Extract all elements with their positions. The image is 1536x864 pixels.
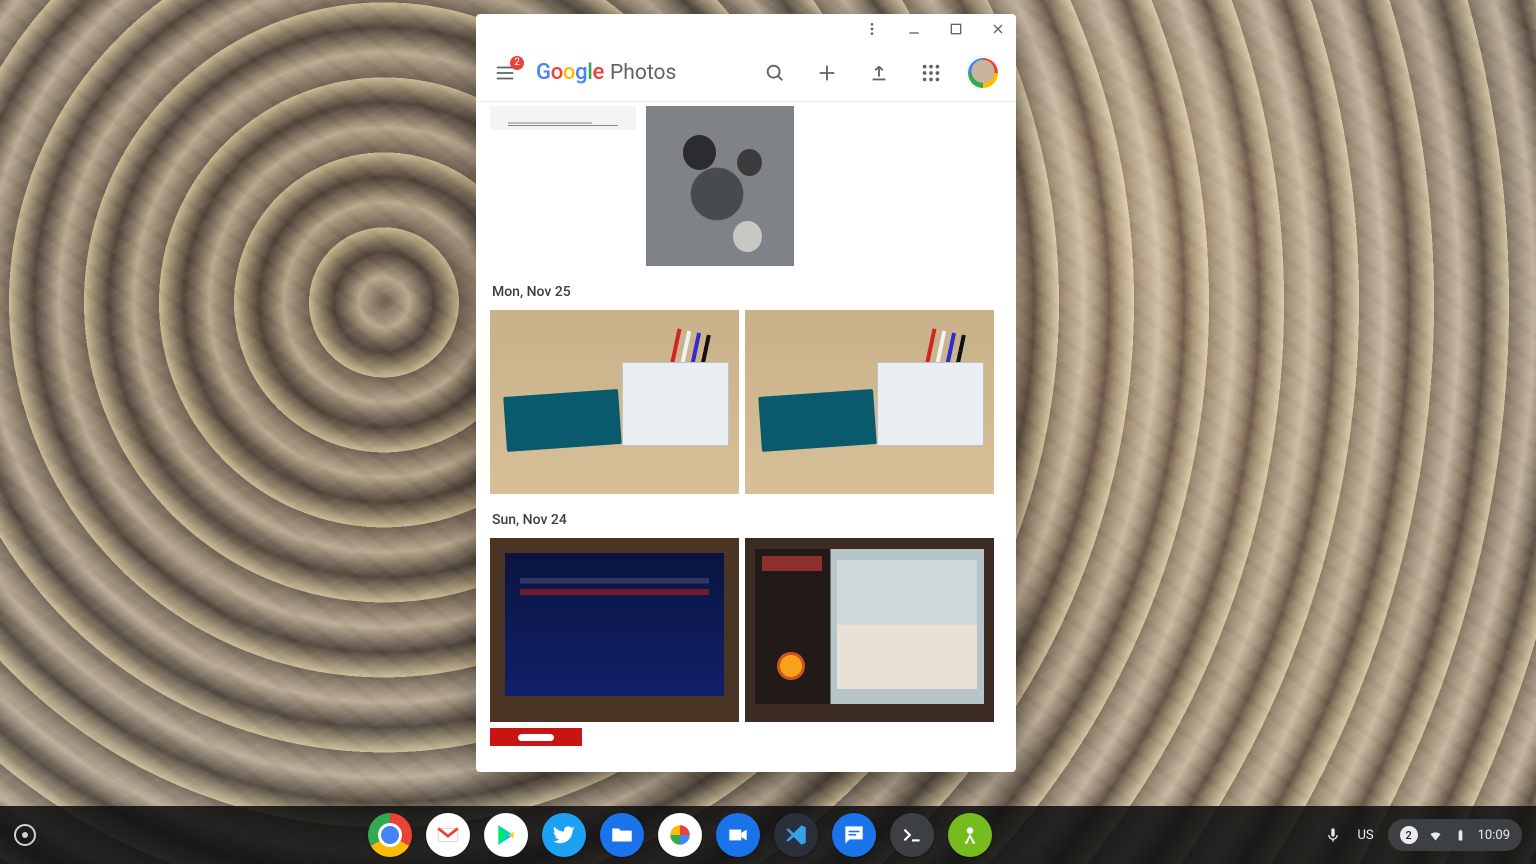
shelf-app-files[interactable] [600,813,644,857]
app-header: 2 Google Photos [476,44,1016,102]
app-logo-suffix: Photos [610,61,676,85]
shelf-app-twitter[interactable] [542,813,586,857]
search-button[interactable] [758,56,792,90]
upload-icon [868,62,890,84]
photo-thumbnail[interactable] [490,538,739,722]
clock: 10:09 [1478,828,1510,843]
search-icon [764,62,786,84]
create-button[interactable] [810,56,844,90]
status-tray[interactable]: 2 10:09 [1388,819,1522,851]
hamburger-menu-button[interactable]: 2 [492,60,518,86]
vscode-icon [783,822,809,848]
window-maximize-button[interactable] [944,17,968,41]
google-apps-button[interactable] [914,56,948,90]
wifi-icon [1428,828,1443,843]
shelf: US 2 10:09 [0,806,1536,864]
account-avatar[interactable] [966,56,1000,90]
keyboard-layout-indicator[interactable]: US [1357,828,1373,843]
apps-grid-icon [920,62,942,84]
shelf-app-messages[interactable] [832,813,876,857]
photo-thumbnail[interactable] [490,728,582,772]
upload-button[interactable] [862,56,896,90]
play-store-icon [493,822,519,848]
photo-thumbnail[interactable] [490,310,739,494]
gmail-icon [435,822,461,848]
shelf-pinned-apps [36,813,1323,857]
window-more-button[interactable] [860,17,884,41]
notification-count-badge: 2 [1400,826,1418,844]
shelf-app-chrome[interactable] [368,813,412,857]
battery-icon [1453,828,1468,843]
photo-thumbnail[interactable] [745,310,994,494]
google-photos-icon [667,822,693,848]
folder-icon [609,822,635,848]
android-studio-icon [957,822,983,848]
shelf-status-area: US 2 10:09 [1323,819,1536,851]
video-camera-icon [725,822,751,848]
maximize-icon [948,21,964,37]
photo-thumbnail[interactable] [646,106,794,266]
shelf-app-gmail[interactable] [426,813,470,857]
photo-thumbnail[interactable] [490,106,636,130]
minimize-icon [906,21,922,37]
launcher-button[interactable] [14,824,36,846]
messages-icon [841,822,867,848]
window-minimize-button[interactable] [902,17,926,41]
twitter-icon [551,822,577,848]
google-wordmark: Google [536,60,604,85]
date-header: Mon, Nov 25 [492,284,1002,300]
shelf-app-photos[interactable] [658,813,702,857]
google-photos-window: 2 Google Photos Mon [476,14,1016,772]
shelf-app-play-store[interactable] [484,813,528,857]
shelf-app-vscode[interactable] [774,813,818,857]
shelf-app-terminal[interactable] [890,813,934,857]
photo-grid-scroll[interactable]: Mon, Nov 25 Sun, Nov 24 [476,102,1016,772]
shelf-app-duo[interactable] [716,813,760,857]
close-icon [990,21,1006,37]
assistant-mic-button[interactable] [1323,825,1343,845]
terminal-icon [899,822,925,848]
photo-thumbnail[interactable] [745,538,994,722]
date-header: Sun, Nov 24 [492,512,1002,528]
launcher-icon [22,832,28,838]
window-close-button[interactable] [986,17,1010,41]
more-vert-icon [864,21,880,37]
menu-badge: 2 [510,56,524,70]
app-logo[interactable]: Google Photos [536,60,676,85]
window-titlebar [476,14,1016,44]
plus-icon [816,62,838,84]
shelf-app-android-studio[interactable] [948,813,992,857]
